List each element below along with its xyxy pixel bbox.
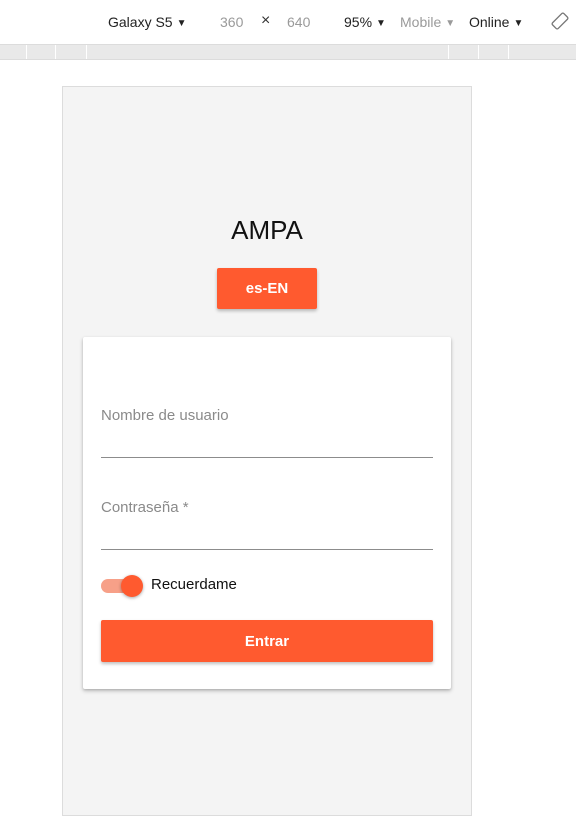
zoom-select-label: 95% <box>344 14 373 30</box>
ruler-divider <box>26 45 27 59</box>
password-underline <box>101 549 433 550</box>
remember-me-label: Recuerdame <box>151 576 237 593</box>
ruler-divider <box>478 45 479 59</box>
zoom-select[interactable]: 95% ▼ <box>344 13 386 33</box>
login-button[interactable]: Entrar <box>101 620 433 662</box>
password-field[interactable]: Contraseña * <box>101 499 433 551</box>
toggle-thumb[interactable] <box>121 575 143 597</box>
throttle-select[interactable]: Mobile ▼ <box>400 13 455 33</box>
devtools-device-toolbar: Galaxy S5 ▼ 360 × 640 95% ▼ Mobile ▼ Online… <box>0 0 576 44</box>
username-field[interactable]: Nombre de usuario <box>101 407 433 459</box>
language-button[interactable]: es-EN <box>217 268 317 309</box>
close-icon: × <box>261 12 271 29</box>
media-query-ruler[interactable] <box>0 44 576 60</box>
app-title: AMPA <box>231 215 303 245</box>
ruler-divider <box>86 45 87 59</box>
username-underline <box>101 457 433 458</box>
login-card: Nombre de usuario Contraseña * Recuerdam… <box>83 337 451 689</box>
throttle-select-label: Mobile <box>400 14 442 30</box>
chevron-down-icon: ▼ <box>513 18 524 29</box>
remember-me-row: Recuerdame <box>101 573 431 597</box>
network-select-label: Online <box>469 14 510 30</box>
device-select-label: Galaxy S5 <box>108 14 173 30</box>
password-label: Contraseña * <box>101 499 189 516</box>
username-label: Nombre de usuario <box>101 407 229 424</box>
network-select[interactable]: Online ▼ <box>469 13 523 33</box>
chevron-down-icon: ▼ <box>445 18 456 29</box>
device-select[interactable]: Galaxy S5 ▼ <box>108 13 187 33</box>
device-viewport: AMPA es-EN Nombre de usuario Contraseña … <box>62 86 472 816</box>
ruler-divider <box>448 45 449 59</box>
viewport-height-input[interactable]: 640 <box>287 13 310 31</box>
ruler-divider <box>55 45 56 59</box>
chevron-down-icon: ▼ <box>176 18 187 29</box>
ruler-divider <box>508 45 509 59</box>
rotate-icon[interactable] <box>551 12 569 30</box>
chevron-down-icon: ▼ <box>376 18 386 29</box>
viewport-width-input[interactable]: 360 <box>220 13 243 31</box>
